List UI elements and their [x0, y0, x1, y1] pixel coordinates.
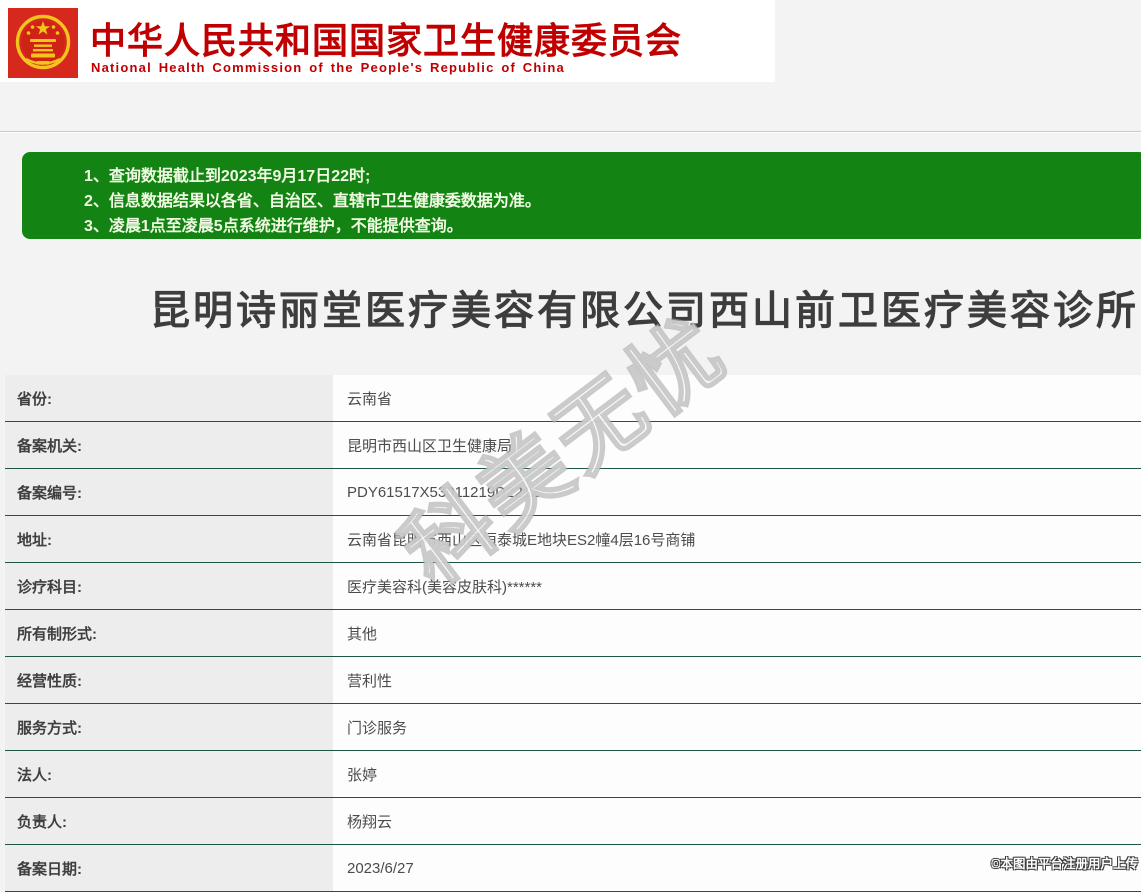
row-label: 法人:: [5, 751, 333, 797]
row-label: 备案编号:: [5, 469, 333, 515]
row-value: 杨翔云: [333, 798, 1141, 844]
row-value: PDY61517X53011219D2212: [333, 469, 1141, 515]
row-value: 云南省: [333, 375, 1141, 421]
notice-line: 2、信息数据结果以各省、自治区、直辖市卫生健康委数据为准。: [84, 193, 541, 210]
notice-line: 3、凌晨1点至凌晨5点系统进行维护，不能提供查询。: [84, 218, 463, 235]
row-value: 医疗美容科(美容皮肤科)******: [333, 563, 1141, 609]
row-label: 所有制形式:: [5, 610, 333, 656]
row-value: 门诊服务: [333, 704, 1141, 750]
table-row-medical-subjects: 诊疗科目: 医疗美容科(美容皮肤科)******: [5, 563, 1141, 610]
notice-line: 1、查询数据截止到2023年9月17日22时;: [84, 168, 371, 185]
table-row-filing-authority: 备案机关: 昆明市西山区卫生健康局: [5, 422, 1141, 469]
row-label: 备案机关:: [5, 422, 333, 468]
table-row-province: 省份: 云南省: [5, 375, 1141, 422]
site-title-en: National Health Commission of the People…: [91, 60, 565, 75]
table-row-responsible-person: 负责人: 杨翔云: [5, 798, 1141, 845]
table-row-address: 地址: 云南省昆明市西山区恒泰城E地块ES2幢4层16号商铺: [5, 516, 1141, 563]
table-row-ownership-form: 所有制形式: 其他: [5, 610, 1141, 657]
row-label: 省份:: [5, 375, 333, 421]
record-table: 省份: 云南省 备案机关: 昆明市西山区卫生健康局 备案编号: PDY61517…: [5, 375, 1141, 892]
table-row-filing-number: 备案编号: PDY61517X53011219D2212: [5, 469, 1141, 516]
china-national-emblem-icon: [8, 8, 78, 78]
notice-banner: 1、查询数据截止到2023年9月17日22时; 2、信息数据结果以各省、自治区、…: [22, 152, 1141, 239]
upload-copyright: ©本图由平台注册用户上传: [991, 857, 1138, 871]
row-value: 昆明市西山区卫生健康局: [333, 422, 1141, 468]
row-value: 张婷: [333, 751, 1141, 797]
row-value: 云南省昆明市西山区恒泰城E地块ES2幢4层16号商铺: [333, 516, 1141, 562]
row-label: 备案日期:: [5, 845, 333, 891]
table-row-service-mode: 服务方式: 门诊服务: [5, 704, 1141, 751]
row-value: 其他: [333, 610, 1141, 656]
site-title-cn: 中华人民共和国国家卫生健康委员会: [90, 20, 683, 61]
row-label: 诊疗科目:: [5, 563, 333, 609]
row-value: 营利性: [333, 657, 1141, 703]
row-label: 负责人:: [5, 798, 333, 844]
table-row-filing-date: 备案日期: 2023/6/27: [5, 845, 1141, 892]
header-divider: [0, 131, 1141, 133]
page-title: 昆明诗丽堂医疗美容有限公司西山前卫医疗美容诊所: [150, 289, 1139, 333]
table-row-legal-person: 法人: 张婷: [5, 751, 1141, 798]
table-row-operating-nature: 经营性质: 营利性: [5, 657, 1141, 704]
row-label: 服务方式:: [5, 704, 333, 750]
row-label: 经营性质:: [5, 657, 333, 703]
site-header: 中华人民共和国国家卫生健康委员会 National Health Commiss…: [0, 0, 775, 82]
row-label: 地址:: [5, 516, 333, 562]
